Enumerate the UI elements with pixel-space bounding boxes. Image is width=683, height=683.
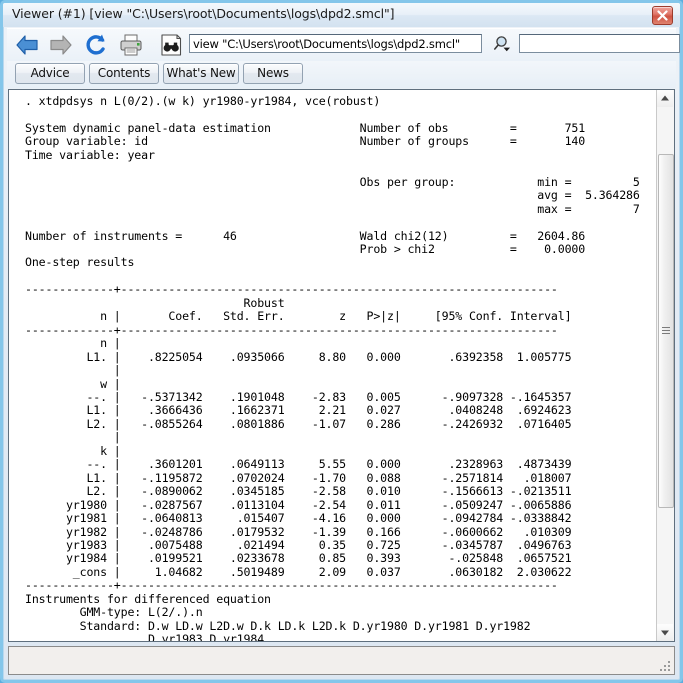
refresh-icon <box>86 34 105 55</box>
log-content[interactable]: . xtdpdsys n L(0/2).(w k) yr1980-yr1984,… <box>9 90 657 641</box>
find-binoculars-icon <box>161 34 182 56</box>
nav-button-contents[interactable]: Contents <box>89 63 159 84</box>
vertical-scrollbar[interactable] <box>656 90 674 641</box>
scroll-up-arrow-icon <box>661 95 669 101</box>
search-magnifier-icon <box>494 36 510 52</box>
close-button[interactable] <box>652 6 673 25</box>
nav-button-whats-new[interactable]: What's New <box>163 63 239 84</box>
scroll-down-button[interactable] <box>657 624 673 641</box>
search-input[interactable] <box>519 34 680 53</box>
viewer-pane: . xtdpdsys n L(0/2).(w k) yr1980-yr1984,… <box>8 89 675 642</box>
forward-button[interactable] <box>47 32 75 58</box>
nav-button-row: Advice Contents What's New News <box>7 61 676 88</box>
scroll-thumb-grip <box>662 327 670 335</box>
viewer-window: Viewer (#1) [view "C:\Users\root\Documen… <box>0 0 683 683</box>
forward-arrow-icon <box>50 35 72 55</box>
find-button[interactable] <box>157 32 185 58</box>
print-button[interactable] <box>117 32 145 58</box>
close-icon <box>657 10 668 21</box>
nav-button-advice[interactable]: Advice <box>15 63 85 84</box>
scroll-down-arrow-icon <box>661 630 669 636</box>
status-bar <box>8 646 675 675</box>
search-dropdown-button[interactable] <box>493 34 515 54</box>
command-input[interactable] <box>189 34 482 53</box>
resize-grip-icon[interactable] <box>660 661 672 673</box>
refresh-button[interactable] <box>82 32 110 58</box>
back-button[interactable] <box>13 32 41 58</box>
nav-button-news[interactable]: News <box>243 63 303 84</box>
scroll-thumb[interactable] <box>658 154 674 508</box>
toolbar <box>7 28 680 61</box>
stata-output-text: . xtdpdsys n L(0/2).(w k) yr1980-yr1984,… <box>25 94 640 641</box>
scroll-up-button[interactable] <box>657 90 673 107</box>
window-title: Viewer (#1) [view "C:\Users\root\Documen… <box>12 6 395 21</box>
chevron-down-icon <box>503 47 510 52</box>
title-bar: Viewer (#1) [view "C:\Users\root\Documen… <box>3 3 680 27</box>
printer-icon <box>120 34 142 56</box>
back-arrow-icon <box>16 35 38 55</box>
